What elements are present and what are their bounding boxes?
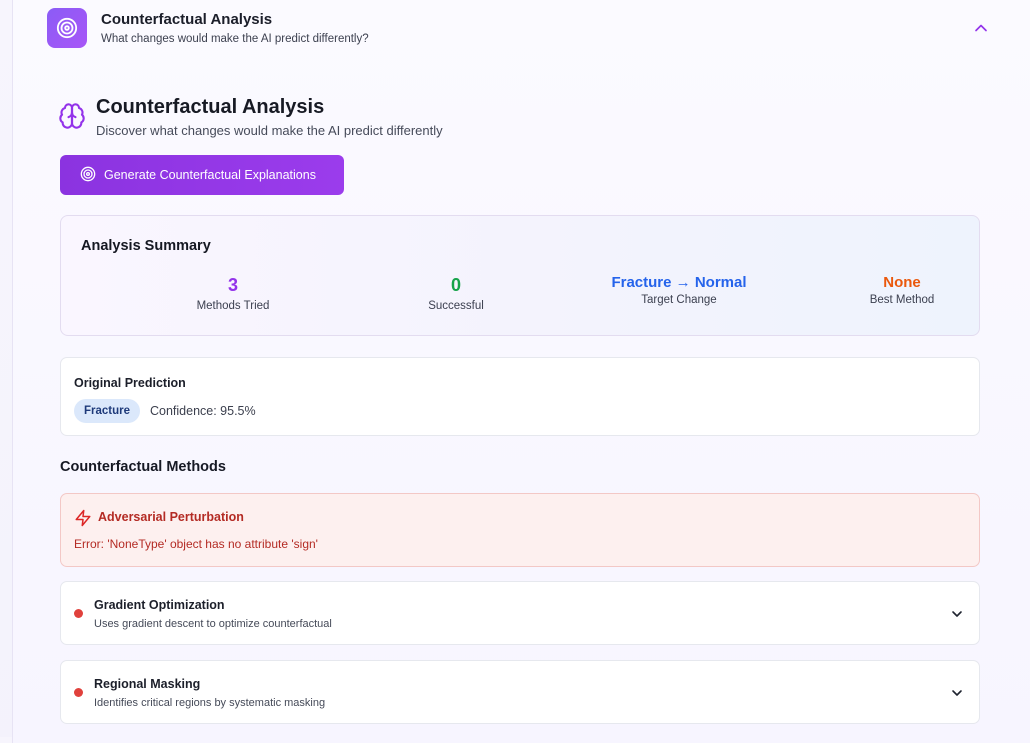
analysis-summary-card: Analysis Summary 3 Methods Tried 0 Succe… (60, 215, 980, 336)
method-title: Regional Masking (94, 677, 201, 691)
error-message: Error: 'NoneType' object has no attribut… (74, 537, 318, 551)
stat-label: Successful (428, 300, 484, 312)
stat-value: None (883, 274, 921, 291)
method-description: Identifies critical regions by systemati… (94, 697, 326, 709)
summary-title: Analysis Summary (81, 238, 211, 254)
method-card-regional-masking[interactable]: Regional Masking Identifies critical reg… (60, 660, 980, 724)
target-icon (80, 166, 96, 185)
lightning-icon (74, 509, 92, 527)
method-error-card: Adversarial Perturbation Error: 'NoneTyp… (60, 493, 980, 567)
error-method-title: Adversarial Perturbation (98, 510, 244, 524)
generate-button-label: Generate Counterfactual Explanations (104, 168, 316, 182)
method-title: Gradient Optimization (94, 598, 225, 612)
confidence-text: Confidence: 95.5% (150, 404, 256, 418)
method-description: Uses gradient descent to optimize counte… (94, 618, 332, 630)
header-title: Counterfactual Analysis (101, 11, 273, 28)
counterfactual-panel: Counterfactual Analysis What changes wou… (12, 0, 1030, 743)
panel-header[interactable]: Counterfactual Analysis What changes wou… (13, 0, 1030, 58)
chevron-down-icon[interactable] (949, 606, 965, 622)
chevron-up-icon[interactable] (971, 18, 991, 38)
prediction-badge: Fracture (74, 399, 141, 423)
brain-icon (58, 102, 86, 130)
stat-methods-tried: 3 Methods Tried (123, 275, 343, 312)
generate-counterfactuals-button[interactable]: Generate Counterfactual Explanations (60, 155, 344, 195)
section-title: Counterfactual Analysis (96, 96, 325, 118)
stat-target-change: Fracture → Normal Target Change (569, 274, 789, 306)
section-subtitle: Discover what changes would make the AI … (96, 123, 443, 138)
stat-successful: 0 Successful (346, 275, 566, 312)
stat-label: Best Method (869, 294, 935, 306)
header-subtitle: What changes would make the AI predict d… (101, 33, 369, 45)
stat-value: Fracture → Normal (611, 274, 747, 291)
method-card-gradient-optimization[interactable]: Gradient Optimization Uses gradient desc… (60, 581, 980, 645)
stat-best-method: None Best Method (792, 274, 1012, 306)
target-icon (47, 8, 87, 48)
original-prediction-card: Original Prediction Fracture Confidence:… (60, 357, 980, 436)
stat-label: Methods Tried (196, 300, 270, 312)
original-prediction-title: Original Prediction (74, 376, 186, 390)
methods-title: Counterfactual Methods (60, 459, 226, 475)
stat-label: Target Change (641, 294, 717, 306)
stat-value: 3 (227, 275, 238, 295)
stat-value: 0 (450, 275, 461, 295)
status-dot (74, 688, 83, 697)
chevron-down-icon[interactable] (949, 685, 965, 701)
status-dot (74, 609, 83, 618)
